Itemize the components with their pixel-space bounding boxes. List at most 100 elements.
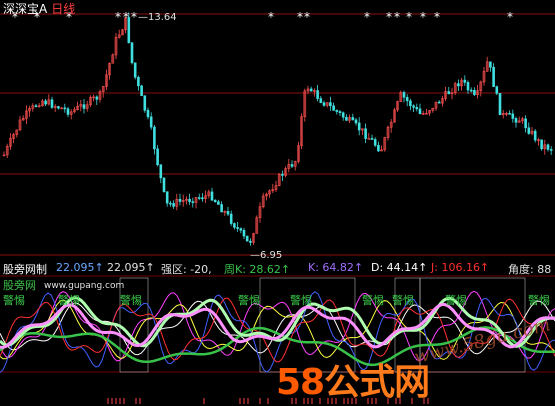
marker-star: * [507, 10, 513, 24]
candle-body [178, 198, 182, 202]
candle-body [508, 113, 511, 115]
candle-body [57, 106, 60, 109]
candle-body [469, 89, 473, 92]
candle-body [162, 177, 166, 192]
candle-body [233, 223, 236, 228]
candle-body [345, 116, 348, 121]
angle-value: 角度: 88 [508, 263, 552, 276]
candle-body [316, 90, 319, 99]
marker-star: * [420, 10, 426, 24]
k-value: K: 64.82↑ [308, 261, 364, 274]
candle-body [149, 116, 153, 128]
candle-body [239, 228, 243, 231]
marker-star: * [434, 10, 440, 24]
candle-body [50, 99, 54, 108]
d-value: D: 44.14↑ [371, 261, 428, 274]
candle-body [405, 97, 409, 102]
candle-body [130, 42, 134, 64]
candle-body [44, 100, 47, 105]
warning-label: 警惕 [290, 294, 312, 307]
candle-body [229, 213, 233, 224]
marker-star: * [394, 10, 400, 24]
candle-body [524, 118, 527, 129]
candle-body [412, 105, 415, 108]
candle-body [511, 113, 515, 119]
candle-body [463, 79, 467, 83]
candle-body [249, 240, 252, 243]
warning-label: 警惕 [238, 294, 260, 307]
candle-body [409, 100, 412, 107]
candle-body [169, 202, 172, 205]
indicator-value-2: 22.095↑ [107, 261, 155, 274]
candle-body [165, 191, 169, 204]
candle-body [370, 138, 374, 140]
marker-star: * [115, 10, 121, 24]
candle-body [373, 139, 377, 146]
candle-body [332, 105, 335, 111]
candle-body [367, 138, 371, 140]
stock-name: 深深宝A [3, 2, 48, 16]
candle-body [319, 98, 323, 104]
warning-label: 警惕 [58, 294, 80, 307]
marker-star: * [304, 10, 310, 24]
candle-body [188, 198, 191, 202]
candle-body [34, 105, 38, 108]
candle-body [335, 110, 339, 112]
candle-body [309, 88, 313, 92]
candle-body [210, 191, 214, 201]
candle-body [473, 90, 476, 95]
candle-body [495, 86, 499, 94]
high-price-label: —13.64 [138, 12, 177, 23]
candle-body [159, 164, 163, 179]
chart-window: * * * * * * * * * * * * * * * * 深深宝A 日线 —13.64 —6.95 股旁网… [0, 0, 555, 406]
candle-body [402, 92, 406, 98]
marker-star: * [131, 10, 137, 24]
candle-body [201, 197, 204, 200]
candle-body [290, 164, 294, 167]
candle-body [540, 139, 543, 150]
candle-body [213, 199, 217, 202]
indicator-value-1: 22.095↑ [56, 261, 104, 274]
candle-body [498, 93, 502, 116]
candle-body [351, 117, 355, 121]
marker-star: * [364, 10, 370, 24]
candle-body [133, 62, 137, 78]
candle-body [527, 127, 531, 134]
ticker-title: 深深宝A 日线 [3, 0, 75, 17]
candle-body [156, 148, 159, 166]
warning-label: 警惕 [445, 294, 467, 307]
candle-body [533, 130, 537, 141]
candle-body [172, 203, 175, 207]
candle-body [140, 85, 143, 97]
candle-body [137, 76, 140, 87]
candle-body [514, 118, 518, 123]
candle-body [415, 107, 419, 110]
candle-body [447, 91, 451, 95]
j-value: J: 106.16↑ [431, 261, 490, 274]
warning-label: 警惕 [528, 294, 550, 307]
candle-body [191, 201, 195, 203]
indicator-name: 股旁网制 [3, 263, 47, 276]
candle-body [466, 82, 470, 91]
candle-body [418, 108, 422, 114]
candle-body [357, 122, 361, 131]
candle-body [492, 66, 495, 87]
candle-body [226, 211, 230, 215]
candle-body [354, 119, 358, 124]
site-name-label: 股旁网 [3, 279, 36, 292]
site-url-label: www.gupang.com [44, 281, 125, 291]
strong-zone-value: 强区: -20, [161, 263, 212, 276]
indicator-info-bar: 股旁网制 22.095↑ 22.095↑ 强区: -20, 周K: 28.62↑… [0, 260, 555, 276]
candle-body [197, 197, 201, 199]
candle-body [242, 229, 246, 237]
candle-body [341, 112, 345, 118]
candle-body [437, 101, 441, 104]
warning-label: 警惕 [362, 294, 384, 307]
candle-body [220, 204, 223, 213]
candle-body [236, 227, 239, 229]
candle-body [66, 108, 70, 115]
warning-label: 警惕 [392, 294, 414, 307]
candle-body [377, 144, 380, 152]
marker-star: * [386, 10, 392, 24]
period-label: 日线 [51, 2, 76, 16]
